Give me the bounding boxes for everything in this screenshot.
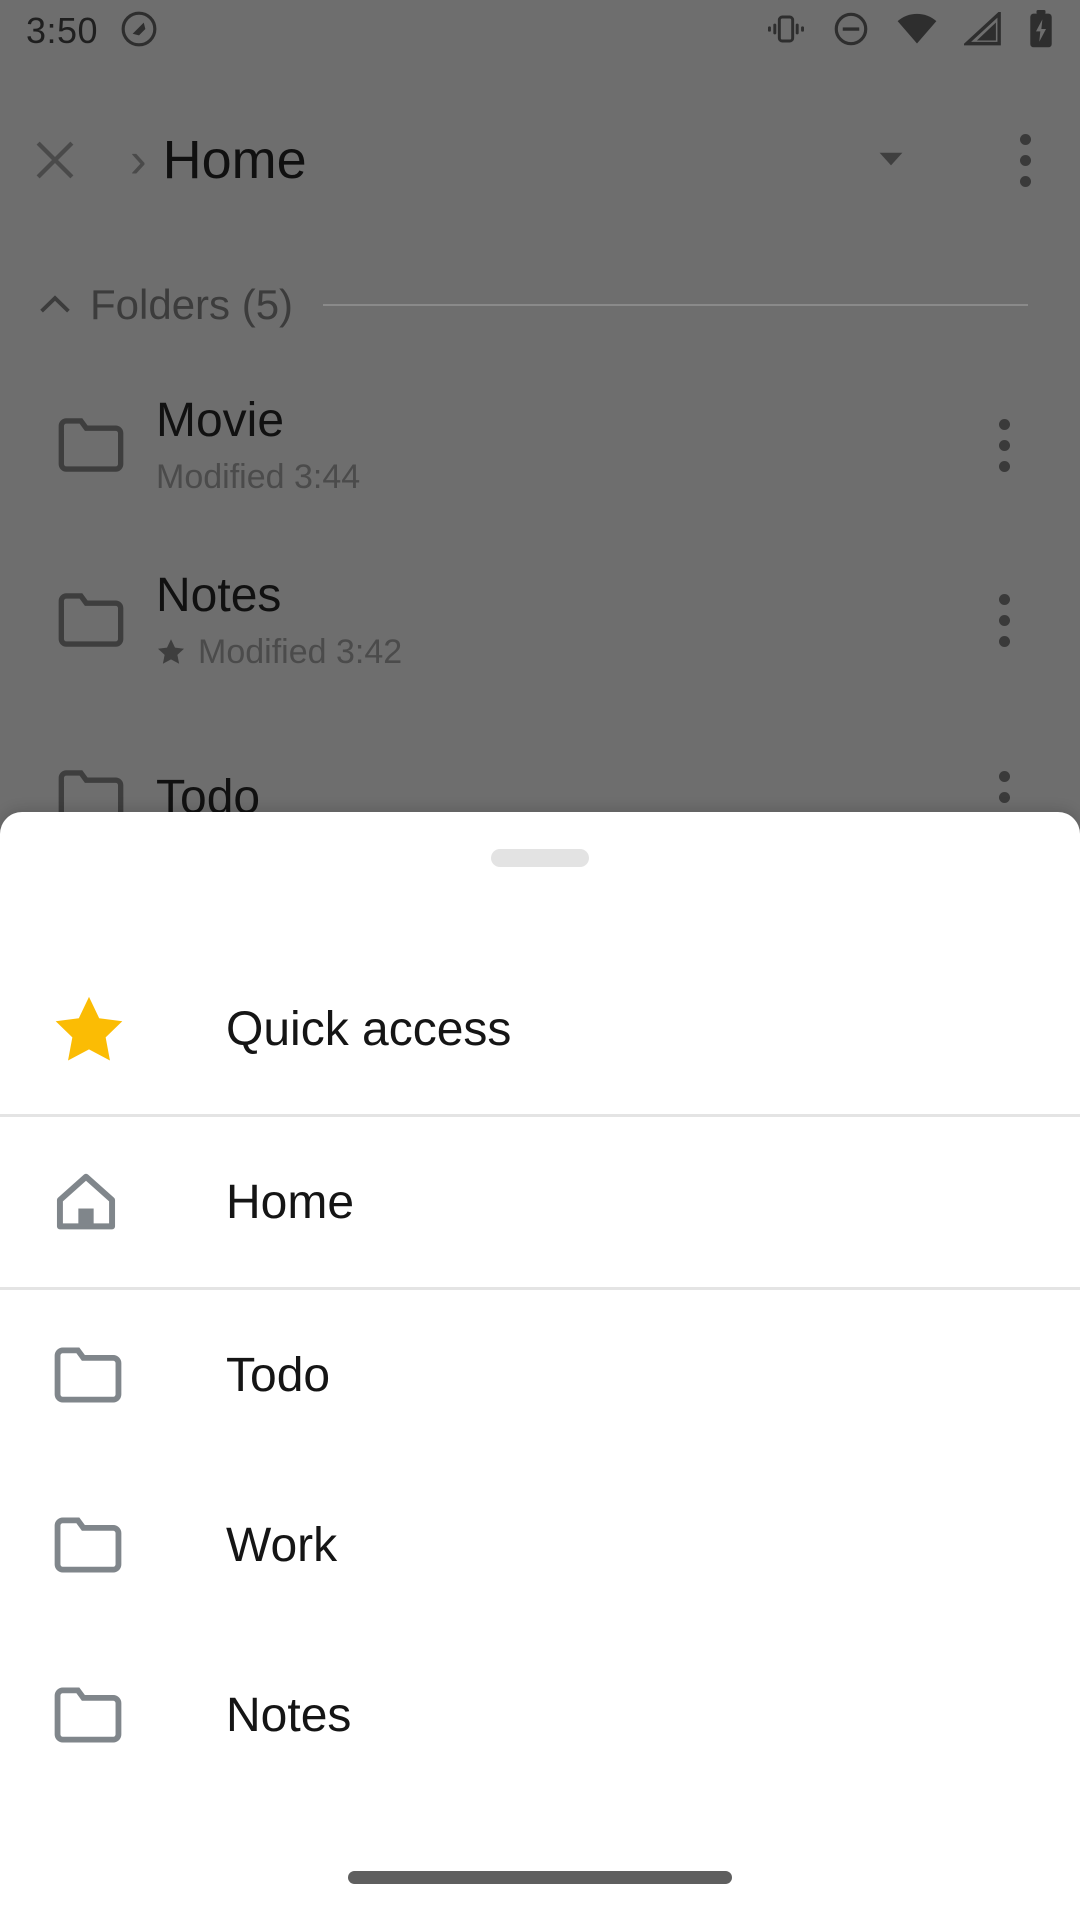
sheet-item-label: Home [226, 1175, 355, 1229]
table-row-texts: Notes Modified 3:42 [156, 568, 954, 672]
folder-icon [40, 1686, 184, 1744]
sheet-group-quick-access: Quick access [0, 904, 1080, 1114]
location-dropdown-button[interactable] [870, 137, 912, 184]
file-name: Notes [156, 569, 282, 622]
battery-charging-icon [1028, 9, 1054, 53]
file-modified: Modified 3:42 [198, 633, 403, 671]
cellular-signal-icon [962, 9, 1002, 51]
folders-section-label: Folders (5) [90, 281, 294, 328]
location-picker-bottom-sheet: Quick access Home Todo Work Notes [0, 812, 1080, 1920]
sheet-item-label: Quick access [226, 1002, 512, 1056]
status-bar-right [766, 9, 1054, 53]
file-modified: Modified 3:44 [156, 458, 361, 496]
more-vert-icon [998, 593, 1010, 647]
screen-rotation-lock-icon [120, 10, 158, 53]
sheet-item-label: Todo [226, 1348, 331, 1402]
folder-icon [40, 1516, 184, 1574]
folders-section-header[interactable]: Folders (5) [0, 275, 1080, 335]
status-bar-left: 3:50 [26, 10, 158, 53]
file-subtitle: Modified 3:44 [156, 458, 954, 497]
sheet-item-folder-todo[interactable]: Todo [0, 1290, 1080, 1460]
sheet-item-quick-access[interactable]: Quick access [0, 944, 1080, 1114]
sheet-item-label: Work [226, 1518, 338, 1572]
drag-handle[interactable] [491, 849, 589, 867]
home-gesture-pill[interactable] [348, 1870, 732, 1884]
more-vert-icon [998, 418, 1010, 472]
folder-icon [40, 1346, 184, 1404]
home-icon [40, 1168, 184, 1236]
folder-icon [26, 417, 156, 473]
sheet-handle-area[interactable] [0, 812, 1080, 904]
page-title: Home [162, 130, 307, 190]
chevron-right-icon: › [130, 132, 147, 188]
table-row[interactable]: Movie Modified 3:44 [0, 360, 1080, 530]
status-time: 3:50 [26, 10, 99, 51]
chevron-up-icon[interactable] [26, 282, 84, 328]
system-navigation-bar [0, 1850, 1080, 1920]
status-bar: 3:50 [0, 0, 1080, 62]
section-divider [323, 304, 1028, 306]
table-row-texts: Movie Modified 3:44 [156, 393, 954, 497]
wifi-icon [896, 12, 938, 51]
table-row[interactable]: Notes Modified 3:42 [0, 535, 1080, 705]
sheet-item-label: Notes [226, 1688, 352, 1742]
file-subtitle: Modified 3:42 [156, 633, 954, 672]
more-vert-icon [1019, 133, 1031, 187]
overflow-menu-button[interactable] [970, 133, 1080, 187]
sheet-item-home[interactable]: Home [0, 1117, 1080, 1287]
file-name: Movie [156, 394, 285, 447]
sheet-group-folders: Todo Work Notes [0, 1290, 1080, 1800]
sheet-group-home: Home [0, 1117, 1080, 1287]
app-bar: › Home [0, 105, 1080, 215]
sheet-item-folder-notes[interactable]: Notes [0, 1630, 1080, 1800]
do-not-disturb-icon [832, 10, 870, 53]
row-overflow-button[interactable] [954, 418, 1054, 472]
star-icon [156, 633, 186, 672]
breadcrumb[interactable]: › Home [130, 129, 870, 191]
star-icon [40, 992, 184, 1066]
close-button[interactable] [0, 133, 110, 187]
sheet-item-folder-work[interactable]: Work [0, 1460, 1080, 1630]
folder-icon [26, 592, 156, 648]
row-overflow-button[interactable] [954, 593, 1054, 647]
vibrate-icon [766, 13, 806, 50]
